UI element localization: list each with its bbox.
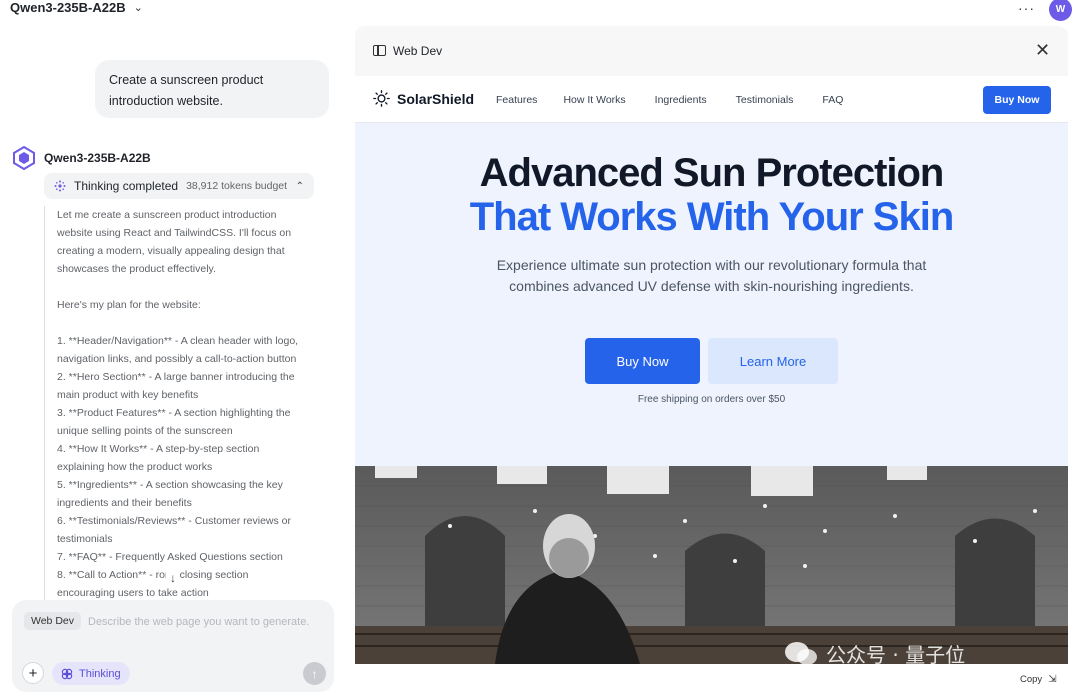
panel-footer: Copy ⇲ (355, 664, 1068, 694)
sun-icon (373, 90, 390, 107)
thinking-line: 8. **Call to Action** - rong closing sec… (57, 569, 249, 581)
thinking-line: 7. **FAQ** - Frequently Asked Questions … (57, 551, 283, 563)
thinking-line: website using React and TailwindCSS. I'l… (57, 227, 292, 239)
hero-learn-more-button[interactable]: Learn More (708, 338, 838, 384)
nav-link-faq[interactable]: FAQ (822, 94, 843, 106)
thinking-line: 1. **Header/Navigation** - A clean heade… (57, 335, 299, 347)
thinking-line: navigation links, and possibly a call-to… (57, 353, 297, 365)
hero-headline: Advanced Sun Protection (479, 151, 945, 195)
site-nav-links: Features How It Works Ingredients Testim… (496, 94, 843, 106)
site-navbar: SolarShield Features How It Works Ingred… (355, 76, 1068, 123)
qwen-logo-icon (13, 146, 35, 170)
hero-buy-now-button[interactable]: Buy Now (585, 338, 700, 384)
thinking-line: Let me create a sunscreen product introd… (57, 209, 277, 221)
hero-photo (355, 466, 1068, 664)
thinking-content: Let me create a sunscreen product introd… (44, 206, 334, 606)
chevron-up-icon: ⌃ (295, 180, 304, 192)
expand-icon[interactable]: ⇲ (1048, 674, 1056, 685)
thinking-status-toggle[interactable]: Thinking completed 38,912 tokens budget … (44, 173, 314, 199)
site-brand[interactable]: SolarShield (373, 90, 474, 107)
nav-link-features[interactable]: Features (496, 94, 537, 106)
web-dev-tag[interactable]: Web Dev (24, 612, 81, 630)
assistant-header: Qwen3-235B-A22B (12, 146, 151, 170)
watermark: 公众号 · 量子位 (784, 639, 965, 668)
model-name: Qwen3-235B-A22B (10, 0, 126, 15)
thinking-line: showcases the product effectively. (57, 263, 216, 275)
chat-input-box: Describe the web page you want to genera… (12, 600, 334, 692)
nav-link-ingredients[interactable]: Ingredients (655, 94, 707, 106)
thinking-line: creating a modern, visually appealing de… (57, 245, 285, 257)
send-button[interactable]: ↑ (303, 662, 326, 685)
thinking-budget: 38,912 tokens budget (186, 180, 288, 192)
website-preview: SolarShield Features How It Works Ingred… (355, 76, 1068, 664)
church-interior-image (355, 466, 1068, 664)
thinking-spacer (57, 314, 334, 332)
brain-icon (61, 668, 73, 679)
panel-header: Web Dev ✕ (355, 26, 1068, 76)
model-selector[interactable]: Qwen3-235B-A22B ⌄ (10, 0, 143, 15)
thinking-label: Thinking completed (74, 179, 179, 193)
nav-link-how-it-works[interactable]: How It Works (563, 94, 625, 106)
sidebar-panel-icon (373, 45, 386, 56)
brand-name: SolarShield (397, 90, 475, 107)
thinking-line: 3. **Product Features** - A section high… (57, 407, 291, 419)
hero-subtext: Experience ultimate sun protection with … (496, 257, 927, 294)
user-message: Create a sunscreen product introduction … (95, 60, 329, 118)
thinking-mode-toggle[interactable]: Thinking (52, 662, 130, 685)
thinking-line: testimonials (57, 533, 113, 545)
thinking-toggle-label: Thinking (79, 667, 121, 680)
sparkle-icon (54, 180, 66, 192)
web-dev-panel: Web Dev ✕ SolarShield Features How It Wo… (355, 26, 1068, 694)
close-icon[interactable]: ✕ (1035, 40, 1050, 61)
top-bar: Qwen3-235B-A22B ⌄ ··· W (0, 0, 1080, 21)
thinking-line: unique selling points of the sunscreen (57, 425, 233, 437)
thinking-line: 6. **Testimonials/Reviews** - Customer r… (57, 515, 291, 527)
thinking-line: explaining how the product works (57, 461, 213, 473)
thinking-line: ingredients and their benefits (57, 497, 192, 509)
wechat-logo-icon (785, 641, 817, 665)
thinking-line: main product with key benefits (57, 389, 199, 401)
nav-link-testimonials[interactable]: Testimonials (736, 94, 794, 106)
panel-title: Web Dev (393, 44, 443, 58)
hero-headline-accent: That Works With Your Skin (469, 195, 955, 239)
thinking-line: 4. **How It Works** - A step-by-step sec… (57, 443, 260, 455)
assistant-name: Qwen3-235B-A22B (44, 151, 151, 165)
user-avatar[interactable]: W (1049, 0, 1072, 21)
shipping-note: Free shipping on orders over $50 (637, 394, 786, 405)
chevron-down-icon: ⌄ (133, 2, 143, 14)
add-attachment-button[interactable]: + (22, 662, 44, 684)
nav-buy-now-button[interactable]: Buy Now (983, 86, 1051, 114)
scroll-down-arrow-icon[interactable]: ↓ (166, 571, 180, 585)
watermark-text: 公众号 · 量子位 (826, 643, 966, 667)
copy-label: Copy (1020, 674, 1043, 685)
more-options-icon[interactable]: ··· (1018, 0, 1035, 16)
thinking-line: Here's my plan for the website: (57, 299, 201, 311)
thinking-line: 2. **Hero Section** - A large banner int… (57, 371, 295, 383)
thinking-line: 5. **Ingredients** - A section showcasin… (57, 479, 283, 491)
copy-button[interactable]: Copy ⇲ (1020, 674, 1057, 685)
thinking-spacer (57, 278, 334, 296)
